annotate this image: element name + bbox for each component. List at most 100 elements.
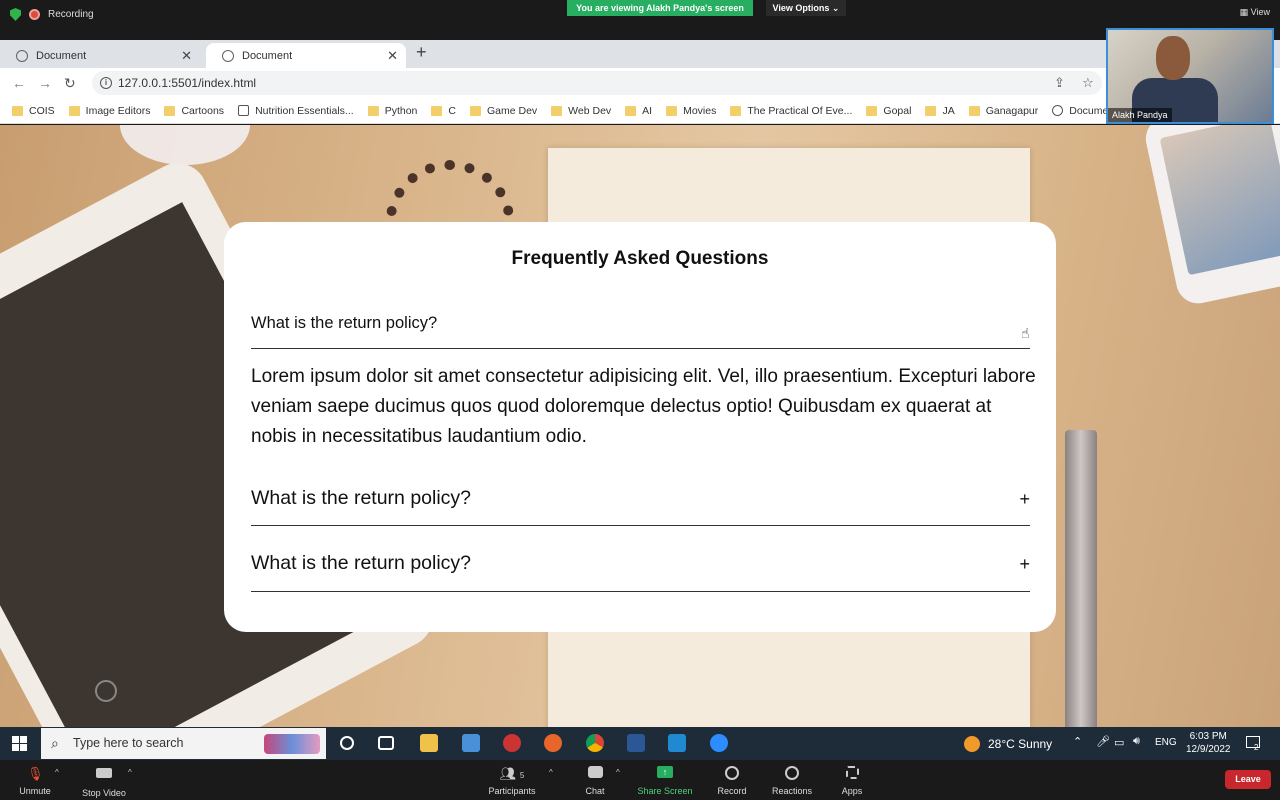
stop-video-label: Stop Video — [82, 788, 126, 798]
close-tab-icon[interactable]: ✕ — [387, 48, 398, 64]
vscode-icon[interactable] — [668, 734, 686, 752]
back-icon[interactable]: ← — [12, 75, 26, 91]
url-input[interactable]: i 127.0.0.1:5501/index.html — [92, 71, 1102, 95]
apps-button[interactable]: Apps — [817, 766, 887, 796]
volume-icon[interactable]: 🔊︎ — [1133, 735, 1140, 748]
share-icon[interactable]: ⇪ — [1054, 75, 1065, 91]
new-tab-button[interactable]: + — [416, 42, 427, 63]
view-button[interactable]: ▦ View — [1240, 7, 1270, 18]
clock-time: 6:03 PM — [1189, 731, 1227, 742]
bookmark-label: The Practical Of Eve... — [747, 104, 853, 117]
language-indicator[interactable]: ENG — [1155, 737, 1177, 748]
site-info-icon[interactable]: i — [100, 77, 112, 89]
app-icon[interactable] — [462, 734, 480, 752]
folder-icon — [12, 105, 23, 116]
battery-icon[interactable]: ▭ — [1114, 736, 1124, 749]
bookmark-practical[interactable]: The Practical Of Eve... — [730, 105, 852, 117]
zoom-icon[interactable] — [710, 734, 728, 752]
chrome-icon[interactable] — [586, 734, 604, 752]
recording-label: Recording — [48, 9, 94, 20]
bookmark-cartoons[interactable]: Cartoons — [164, 105, 224, 117]
bookmark-ja[interactable]: JA — [925, 104, 955, 117]
bookmark-label: COIS — [29, 104, 55, 117]
taskbar-clock[interactable]: 6:03 PM 12/9/2022 — [1186, 730, 1231, 756]
zoom-toolbar: 🎙︎ Unmute ^ Stop Video ^ 👥︎ 5 Participan… — [0, 760, 1280, 800]
folder-icon — [367, 105, 379, 116]
task-view-icon[interactable] — [378, 736, 394, 750]
zoom-top-bar: Recording You are viewing Alakh Pandya's… — [0, 0, 1280, 40]
unmute-button[interactable]: 🎙︎ Unmute — [0, 766, 70, 796]
participant-video-tile[interactable]: Alakh Pandya — [1106, 28, 1274, 124]
folder-icon — [68, 105, 80, 116]
bookmark-label: JA — [942, 104, 955, 117]
muted-mic-icon: 🎙︎ — [27, 766, 44, 781]
cortana-icon[interactable] — [340, 736, 354, 750]
tab-document-2[interactable]: Document ✕ — [206, 43, 406, 68]
video-camera-icon — [96, 768, 112, 778]
bookmark-game-dev[interactable]: Game Dev — [469, 105, 537, 117]
reactions-icon — [785, 766, 799, 780]
firefox-icon[interactable] — [544, 734, 562, 752]
share-screen-icon: ↑ — [657, 766, 673, 778]
globe-icon — [16, 49, 28, 62]
search-highlight-image — [264, 734, 320, 754]
bookmark-c[interactable]: C — [431, 105, 456, 117]
bookmark-gopal[interactable]: Gopal — [866, 105, 911, 117]
bookmark-movies[interactable]: Movies — [666, 105, 716, 117]
weather-widget[interactable]: 28°C Sunny — [964, 736, 1052, 752]
microphone-icon[interactable]: 🎤︎ — [1096, 735, 1110, 748]
forward-icon[interactable]: → — [38, 75, 52, 91]
bookmark-cois[interactable]: COIS — [12, 105, 55, 117]
sun-icon — [964, 736, 980, 752]
leave-button[interactable]: Leave — [1225, 770, 1271, 789]
tab-label: Document — [36, 49, 87, 62]
participants-caret-icon[interactable]: ^ — [549, 768, 553, 777]
bookmark-label: Web Dev — [568, 104, 612, 117]
share-screen-label: Share Screen — [637, 786, 693, 796]
faq-question-2[interactable]: What is the return policy? + — [251, 487, 1030, 526]
bookmark-ai[interactable]: AI — [625, 105, 652, 117]
file-explorer-icon[interactable] — [420, 734, 438, 752]
video-options-caret-icon[interactable]: ^ — [128, 768, 132, 777]
phone-decoration — [1141, 125, 1280, 308]
record-icon — [725, 766, 739, 780]
star-icon[interactable]: ☆ — [1082, 75, 1094, 91]
bookmark-label: Image Editors — [85, 104, 151, 117]
bookmark-nutrition[interactable]: Nutrition Essentials... — [238, 105, 354, 117]
question-text: What is the return policy? — [251, 314, 438, 332]
plus-icon[interactable]: + — [1019, 554, 1030, 575]
shield-icon — [10, 8, 21, 21]
chat-caret-icon[interactable]: ^ — [616, 768, 620, 777]
tab-document-1[interactable]: Document ✕ — [0, 43, 200, 68]
share-screen-button[interactable]: ↑ Share Screen — [630, 766, 700, 796]
tablet-home-button — [95, 680, 117, 702]
windows-start-icon[interactable] — [12, 736, 27, 751]
participants-button[interactable]: 👥︎ 5 Participants — [477, 766, 547, 796]
bookmarks-bar: COIS Image Editors Cartoons Nutrition Es… — [0, 98, 1280, 124]
faq-question-3[interactable]: What is the return policy? + — [251, 552, 1030, 592]
apps-icon — [845, 766, 859, 779]
bookmark-label: Cartoons — [181, 104, 225, 117]
audio-options-caret-icon[interactable]: ^ — [55, 768, 59, 777]
bookmark-python[interactable]: Python — [367, 105, 417, 117]
bookmark-web-dev[interactable]: Web Dev — [551, 105, 611, 117]
taskbar-search-input[interactable]: ⌕ Type here to search — [41, 728, 326, 759]
reload-icon[interactable]: ↻ — [64, 75, 76, 92]
close-tab-icon[interactable]: ✕ — [181, 48, 192, 64]
participant-name: Alakh Pandya — [1108, 108, 1172, 122]
faq-question-1[interactable]: What is the return policy? — [251, 314, 1030, 349]
folder-icon — [625, 105, 637, 116]
tab-strip: Document ✕ Document ✕ + — [0, 40, 1280, 68]
word-icon[interactable] — [627, 734, 645, 752]
participants-icon: 👥︎ 5 — [499, 766, 525, 781]
plus-icon[interactable]: + — [1019, 489, 1030, 510]
search-placeholder: Type here to search — [73, 736, 184, 750]
bookmark-image-editors[interactable]: Image Editors — [68, 104, 151, 117]
bookmark-ganagapur[interactable]: Ganagapur — [968, 105, 1038, 117]
app-icon[interactable] — [503, 734, 521, 752]
hand-cursor-icon: ☝ — [1021, 325, 1030, 341]
folder-icon — [431, 105, 443, 116]
web-page: Frequently Asked Questions What is the r… — [0, 125, 1280, 727]
view-options-button[interactable]: View Options ⌄ — [766, 0, 846, 16]
tray-chevron-up-icon[interactable]: ⌃ — [1073, 735, 1082, 748]
